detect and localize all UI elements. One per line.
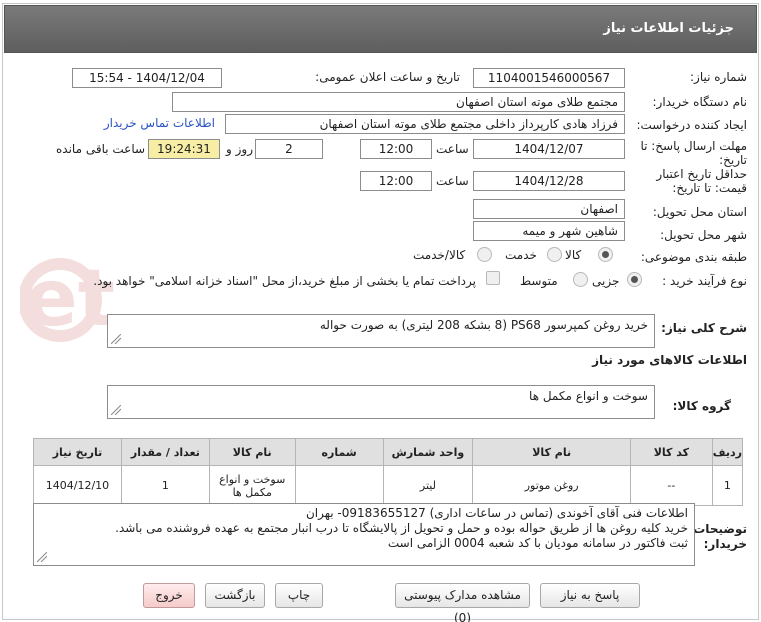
resize-handle-icon[interactable]	[111, 405, 121, 415]
col-goods-code: کد کالا	[629, 438, 713, 466]
cell-item-name: سوخت و انواع مکمل ها	[208, 465, 296, 506]
attachments-button[interactable]: مشاهده مدارک پیوستی (0)	[395, 583, 530, 622]
creator-field: فرزاد هادی کارپرداز داخلی مجتمع طلای موت…	[225, 114, 625, 134]
cell-row: 1	[711, 465, 744, 506]
validity-date-field: 1404/12/28	[473, 171, 625, 191]
buyer-notes-field: اطلاعات فنی آقای آخوندی (تماس در ساعات ا…	[33, 503, 695, 566]
process-option-medium: متوسط	[520, 274, 558, 288]
process-radio-medium[interactable]	[573, 272, 588, 287]
category-radio-goods-service[interactable]	[477, 247, 492, 262]
creator-label: ایجاد کننده درخواست:	[636, 118, 747, 132]
header-bar: جزئیات اطلاعات نیاز	[4, 5, 757, 53]
category-option-service: خدمت	[505, 248, 537, 262]
validity-time-label: ساعت	[436, 174, 469, 188]
back-button[interactable]: بازگشت	[205, 583, 265, 608]
treasury-payment-note: پرداخت تمام یا بخشی از مبلغ خرید،از محل …	[93, 274, 476, 288]
province-label: استان محل تحویل:	[652, 205, 747, 219]
process-option-minor: جزیی	[592, 274, 620, 288]
buyer-org-label: نام دستگاه خریدار:	[652, 95, 748, 109]
validity-time-field: 12:00	[360, 171, 432, 191]
process-type-label: نوع فرآیند خرید :	[662, 274, 747, 288]
reply-time-field: 12:00	[360, 139, 432, 159]
city-label: شهر محل تحویل:	[660, 228, 747, 242]
category-radio-goods[interactable]	[598, 247, 613, 262]
cell-goods-code: --	[629, 465, 713, 506]
cell-number	[294, 465, 384, 506]
print-button[interactable]: چاپ	[275, 583, 323, 608]
buyer-notes-line-1: اطلاعات فنی آقای آخوندی (تماس در ساعات ا…	[305, 506, 688, 520]
reply-time-label: ساعت	[436, 142, 469, 156]
announce-date-label: تاریخ و ساعت اعلان عمومی:	[315, 70, 460, 84]
reply-button[interactable]: پاسخ به نیاز	[540, 583, 640, 608]
goods-group-text: سوخت و انواع مکمل ها	[529, 389, 648, 403]
goods-group-field: سوخت و انواع مکمل ها	[107, 385, 655, 419]
col-quantity: تعداد / مقدار	[120, 438, 210, 466]
contact-info-link[interactable]: اطلاعات تماس خریدار	[104, 116, 215, 130]
buyer-notes-label-1: توضیحات	[693, 522, 747, 536]
items-table: ردیف کد کالا نام کالا واحد شمارش شماره ن…	[33, 438, 744, 506]
resize-handle-icon[interactable]	[111, 334, 121, 344]
reply-deadline-label-1: مهلت ارسال پاسخ: تا	[640, 139, 747, 153]
goods-group-label: گروه کالا:	[672, 399, 731, 413]
city-field: شاهین شهر و میمه	[473, 221, 625, 241]
exit-button[interactable]: خروج	[143, 583, 195, 608]
col-number: شماره	[294, 438, 384, 466]
summary-field: خرید روغن کمپرسور PS68 (8 بشکه 208 لیتری…	[107, 314, 655, 348]
cell-goods-name: روغن موتور	[472, 465, 631, 506]
province-field: اصفهان	[473, 199, 625, 219]
category-label: طبقه بندی موضوعی:	[640, 250, 747, 264]
reply-deadline-label-2: تاریخ:	[719, 153, 747, 167]
cell-need-date: 1404/12/10	[33, 465, 122, 506]
resize-handle-icon[interactable]	[37, 552, 47, 562]
cell-quantity: 1	[120, 465, 210, 506]
category-option-goods-service: کالا/خدمت	[413, 248, 466, 262]
cell-unit: لیتر	[382, 465, 474, 506]
days-label: روز و	[226, 142, 253, 156]
col-row: ردیف	[711, 438, 744, 466]
buyer-notes-line-3: ثبت فاکتور در سامانه مودیان با کد شعبه 0…	[387, 536, 688, 550]
process-radio-minor[interactable]	[627, 272, 642, 287]
summary-label: شرح کلی نیاز:	[661, 321, 747, 335]
category-option-goods: کالا	[565, 248, 582, 262]
col-goods-name: نام کالا	[472, 438, 631, 466]
summary-text: خرید روغن کمپرسور PS68 (8 بشکه 208 لیتری…	[319, 318, 648, 332]
buyer-org-field: مجتمع طلای موته استان اصفهان	[172, 92, 625, 112]
need-number-field: 1104001546000567	[473, 68, 625, 88]
treasury-payment-checkbox[interactable]	[486, 271, 500, 285]
buyer-notes-label-2: خریدار:	[703, 537, 747, 551]
announce-date-field: 1404/12/04 - 15:54	[72, 68, 222, 88]
goods-info-heading: اطلاعات کالاهای مورد نیاز	[592, 353, 747, 367]
page-title: جزئیات اطلاعات نیاز	[603, 21, 734, 36]
col-unit: واحد شمارش	[382, 438, 474, 466]
items-table-header: ردیف کد کالا نام کالا واحد شمارش شماره ن…	[33, 438, 744, 466]
remaining-time-field: 19:24:31	[148, 139, 220, 159]
buyer-notes-line-2: خرید کلیه روغن ها از طریق حواله بوده و ح…	[115, 521, 688, 535]
col-item-name: نام کالا	[208, 438, 296, 466]
remaining-time-label: ساعت باقی مانده	[56, 142, 146, 156]
validity-label-2: قیمت: تا تاریخ:	[672, 181, 747, 195]
table-row: 1 -- روغن موتور لیتر سوخت و انواع مکمل ه…	[33, 465, 744, 506]
category-radio-service[interactable]	[547, 247, 562, 262]
col-need-date: تاریخ نیاز	[33, 438, 122, 466]
validity-label-1: حداقل تاریخ اعتبار	[656, 167, 747, 181]
need-number-label: شماره نیاز:	[690, 70, 747, 84]
reply-date-field: 1404/12/07	[473, 139, 625, 159]
days-field: 2	[255, 139, 323, 159]
